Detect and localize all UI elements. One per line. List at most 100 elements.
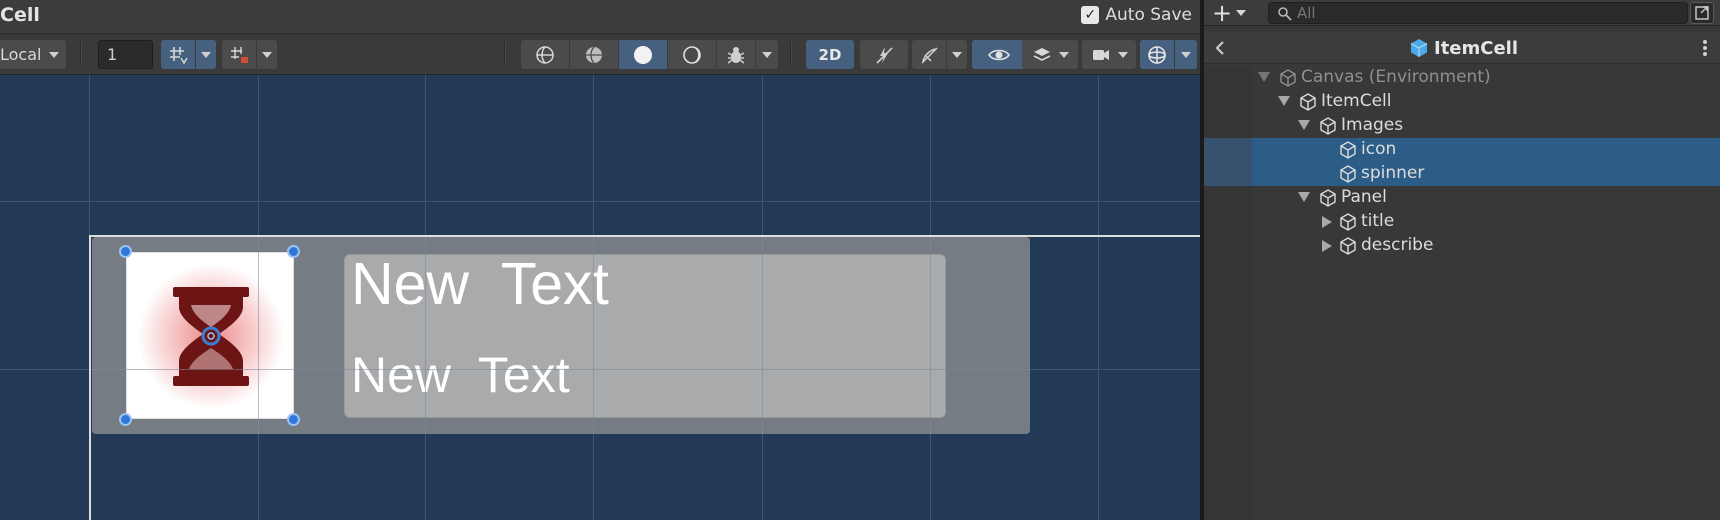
gameobject-cube-icon — [1280, 69, 1296, 87]
expand-arrow-down-icon[interactable] — [1298, 120, 1310, 130]
chevron-down-icon — [49, 51, 60, 58]
hierarchy-search[interactable] — [1268, 2, 1688, 24]
hierarchy-panel: + ItemCell Canvas (Environment) ItemCell I… — [1204, 0, 1720, 520]
more-options-icon[interactable] — [1700, 38, 1710, 58]
chevron-down-icon — [762, 51, 772, 58]
shaded-wireframe-icon — [586, 46, 602, 63]
chevron-down-icon — [1118, 51, 1128, 58]
grid-snap-icon — [170, 46, 188, 64]
title-text[interactable]: New Text — [351, 250, 609, 318]
unlit-mode-button[interactable] — [668, 40, 716, 69]
pivot-mode-dropdown[interactable]: Local — [0, 40, 66, 69]
hierarchy-row-label: Canvas (Environment) — [1301, 67, 1491, 87]
hierarchy-row-label: Images — [1341, 115, 1404, 135]
rect-handle-top-right[interactable] — [287, 245, 300, 258]
hierarchy-row[interactable]: title — [1204, 210, 1720, 234]
effects-dropdown[interactable] — [947, 40, 967, 69]
prefab-title: ItemCell — [1408, 37, 1518, 59]
grid-snap-value: 1 — [107, 45, 118, 64]
back-arrow-icon[interactable] — [1210, 38, 1230, 58]
selection-gutter — [1204, 162, 1252, 186]
scene-header: Cell ✓ Auto Save — [0, 0, 1200, 34]
icon-image[interactable] — [126, 252, 294, 419]
camera-dropdown[interactable] — [1082, 40, 1136, 69]
create-button[interactable]: + — [1212, 1, 1247, 25]
2d-mode-toggle[interactable]: 2D — [806, 40, 854, 69]
grid-snap-dropdown[interactable] — [196, 40, 216, 69]
prefab-name: ItemCell — [1434, 37, 1519, 59]
hierarchy-row-label: title — [1361, 211, 1395, 231]
layers-dropdown[interactable] — [1022, 40, 1078, 69]
wireframe-icon — [536, 45, 554, 64]
lighting-toggle[interactable] — [860, 40, 908, 69]
grid-line — [258, 237, 259, 434]
hourglass-icon — [173, 287, 249, 386]
rect-handle-top-left[interactable] — [119, 245, 132, 258]
gizmos-icon — [1148, 45, 1166, 64]
scene-view: Cell ✓ Auto Save Local 1 2D New Text New… — [0, 0, 1200, 520]
grid-line — [0, 201, 1200, 202]
open-in-window-button[interactable] — [1690, 2, 1714, 24]
chevron-down-icon — [1181, 51, 1191, 58]
grid-line — [92, 369, 1030, 370]
unlit-icon — [683, 45, 701, 64]
pivot-mode-label: Local — [0, 45, 42, 64]
gameobject-cube-icon — [1300, 93, 1316, 111]
chevron-down-icon — [1236, 10, 1247, 16]
expand-arrow-right-icon[interactable] — [1322, 216, 1332, 228]
effects-icon — [921, 46, 938, 64]
gizmos-dropdown[interactable] — [1175, 40, 1197, 69]
scene-visibility-toggle[interactable] — [972, 40, 1026, 69]
visibility-icon — [988, 49, 1010, 60]
hierarchy-tree: Canvas (Environment) ItemCell Images icon sp… — [1204, 66, 1720, 520]
hierarchy-row[interactable]: spinner — [1204, 162, 1720, 186]
grid-snap-button[interactable] — [161, 40, 195, 69]
hierarchy-row[interactable]: Panel — [1204, 186, 1720, 210]
chevron-down-icon — [262, 51, 272, 58]
auto-save-toggle[interactable]: ✓ Auto Save — [1081, 5, 1192, 25]
search-input[interactable] — [1297, 3, 1677, 23]
hierarchy-row[interactable]: icon — [1204, 138, 1720, 162]
draw-mode-dropdown[interactable] — [756, 40, 778, 69]
gameobject-cube-icon — [1340, 165, 1356, 183]
hierarchy-row[interactable]: Images — [1204, 114, 1720, 138]
hierarchy-row-label: icon — [1361, 139, 1397, 159]
auto-save-checkbox[interactable]: ✓ — [1081, 6, 1100, 24]
expand-arrow-right-icon[interactable] — [1322, 240, 1332, 252]
shaded-mode-button[interactable] — [619, 40, 667, 69]
gameobject-cube-icon — [1340, 237, 1356, 255]
gameobject-cube-icon — [1340, 213, 1356, 231]
grid-snap-value-field[interactable]: 1 — [98, 40, 153, 69]
gameobject-cube-icon — [1340, 141, 1356, 159]
search-icon — [1278, 7, 1292, 21]
snap-increment-button[interactable] — [222, 40, 256, 69]
rect-handle-bottom-left[interactable] — [119, 413, 132, 426]
describe-text[interactable]: New Text — [351, 346, 570, 404]
scene-toolbar: Local 1 2D — [0, 35, 1200, 75]
effects-toggle[interactable] — [912, 40, 946, 69]
debug-mode-button[interactable] — [717, 40, 755, 69]
toolbar-separator — [504, 43, 506, 65]
debug-icon — [727, 46, 745, 64]
expand-arrow-down-icon[interactable] — [1278, 96, 1290, 106]
hierarchy-row[interactable]: Canvas (Environment) — [1204, 66, 1720, 90]
hierarchy-row[interactable]: describe — [1204, 234, 1720, 258]
hierarchy-row[interactable]: ItemCell — [1204, 90, 1720, 114]
rect-handle-bottom-right[interactable] — [287, 413, 300, 426]
hierarchy-row-label: ItemCell — [1321, 91, 1392, 111]
hierarchy-row-label: spinner — [1361, 163, 1425, 183]
hierarchy-row-label: Panel — [1341, 187, 1387, 207]
lighting-icon — [876, 46, 893, 64]
expand-arrow-down-icon[interactable] — [1298, 192, 1310, 202]
prefab-header: ItemCell — [1204, 32, 1720, 64]
scene-tab-title[interactable]: Cell — [0, 4, 40, 26]
shaded-icon — [634, 45, 652, 64]
expand-arrow-down-icon[interactable] — [1258, 72, 1270, 82]
wireframe-mode-button[interactable] — [521, 40, 569, 69]
layers-icon — [1033, 47, 1051, 61]
snap-increment-dropdown[interactable] — [257, 40, 277, 69]
selection-gutter — [1204, 138, 1252, 162]
gizmos-toggle[interactable] — [1140, 40, 1174, 69]
toolbar-separator — [790, 43, 792, 65]
shaded-wireframe-mode-button[interactable] — [570, 40, 618, 69]
